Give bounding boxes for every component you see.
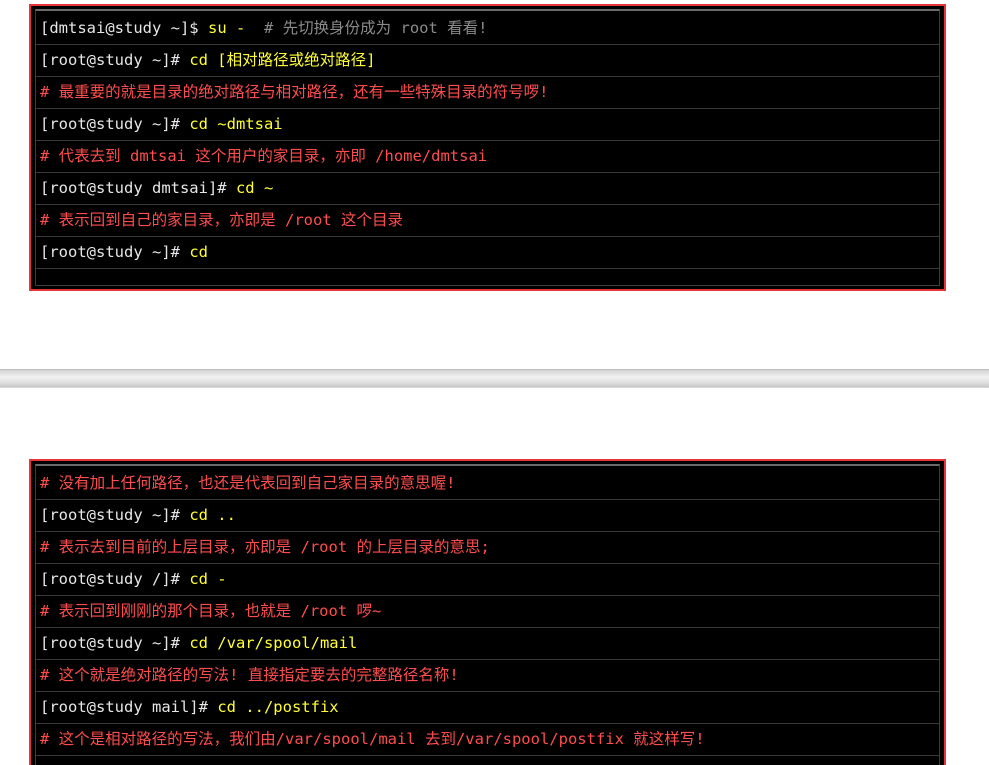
- shell-prompt: [root@study ~]#: [40, 115, 190, 133]
- terminal-line: [root@study ~]# cd /var/spool/mail: [36, 628, 939, 660]
- page-separator: [0, 369, 989, 388]
- terminal-line: [root@study mail]# cd ../postfix: [36, 692, 939, 724]
- terminal-inner-top: [dmtsai@study ~]$ su - # 先切换身份成为 root 看看…: [35, 9, 940, 286]
- shell-command: cd -: [189, 570, 227, 588]
- terminal-line: # 这个就是绝对路径的写法! 直接指定要去的完整路径名称!: [36, 660, 939, 692]
- terminal-line: [root@study ~]# cd [相对路径或绝对路径]: [36, 45, 939, 77]
- shell-comment: # 表示回到刚刚的那个目录，也就是 /root 啰~: [40, 602, 382, 620]
- shell-comment: # 表示回到自己的家目录，亦即是 /root 这个目录: [40, 211, 403, 229]
- shell-prompt: [dmtsai@study ~]$: [40, 19, 208, 37]
- shell-prompt: [root@study dmtsai]#: [40, 179, 236, 197]
- shell-command: cd ../postfix: [217, 698, 339, 716]
- shell-comment: # 表示去到目前的上层目录，亦即是 /root 的上层目录的意思;: [40, 538, 490, 556]
- terminal-line: [root@study /]# cd -: [36, 564, 939, 596]
- page: [dmtsai@study ~]$ su - # 先切换身份成为 root 看看…: [0, 0, 989, 765]
- shell-prompt: [root@study /]#: [40, 570, 190, 588]
- terminal-line: [dmtsai@study ~]$ su - # 先切换身份成为 root 看看…: [36, 13, 939, 45]
- shell-prompt: [root@study ~]#: [40, 243, 190, 261]
- shell-prompt: [root@study ~]#: [40, 634, 190, 652]
- shell-prompt: [root@study ~]#: [40, 506, 190, 524]
- terminal-line: # 最重要的就是目录的绝对路径与相对路径，还有一些特殊目录的符号啰!: [36, 77, 939, 109]
- shell-comment: # 这个就是绝对路径的写法! 直接指定要去的完整路径名称!: [40, 666, 459, 684]
- terminal-line: [root@study ~]# cd ~dmtsai: [36, 109, 939, 141]
- shell-command: cd ~: [235, 179, 274, 197]
- shell-comment: # 最重要的就是目录的绝对路径与相对路径，还有一些特殊目录的符号啰!: [40, 83, 549, 101]
- shell-comment: # 先切换身份成为 root 看看!: [254, 19, 488, 37]
- shell-prompt: [root@study mail]#: [40, 698, 218, 716]
- shell-command: su -: [207, 19, 255, 37]
- shell-command: cd: [189, 243, 208, 261]
- shell-comment: # 这个是相对路径的写法，我们由/var/spool/mail 去到/var/s…: [40, 730, 705, 748]
- shell-comment: # 没有加上任何路径，也还是代表回到自己家目录的意思喔!: [40, 474, 456, 492]
- shell-prompt: [root@study ~]#: [40, 51, 190, 69]
- terminal-block-bottom: # 没有加上任何路径，也还是代表回到自己家目录的意思喔! [root@study…: [29, 459, 946, 765]
- shell-command: cd ~dmtsai: [189, 115, 283, 133]
- terminal-block-top: [dmtsai@study ~]$ su - # 先切换身份成为 root 看看…: [29, 4, 946, 291]
- terminal-line: [root@study ~]# cd ..: [36, 500, 939, 532]
- terminal-line: # 表示去到目前的上层目录，亦即是 /root 的上层目录的意思;: [36, 532, 939, 564]
- terminal-line: [root@study dmtsai]# cd ~: [36, 173, 939, 205]
- terminal-line: # 没有加上任何路径，也还是代表回到自己家目录的意思喔!: [36, 468, 939, 500]
- shell-command: cd ..: [189, 506, 236, 524]
- terminal-line: [root@study ~]# cd: [36, 237, 939, 269]
- terminal-line: # 表示回到刚刚的那个目录，也就是 /root 啰~: [36, 596, 939, 628]
- terminal-line: # 代表去到 dmtsai 这个用户的家目录，亦即 /home/dmtsai: [36, 141, 939, 173]
- terminal-inner-bottom: # 没有加上任何路径，也还是代表回到自己家目录的意思喔! [root@study…: [35, 464, 940, 765]
- shell-command: cd [相对路径或绝对路径]: [189, 51, 376, 69]
- terminal-line: # 表示回到自己的家目录，亦即是 /root 这个目录: [36, 205, 939, 237]
- shell-command: cd /var/spool/mail: [189, 634, 358, 652]
- terminal-line: # 这个是相对路径的写法，我们由/var/spool/mail 去到/var/s…: [36, 724, 939, 756]
- shell-comment: # 代表去到 dmtsai 这个用户的家目录，亦即 /home/dmtsai: [40, 147, 488, 165]
